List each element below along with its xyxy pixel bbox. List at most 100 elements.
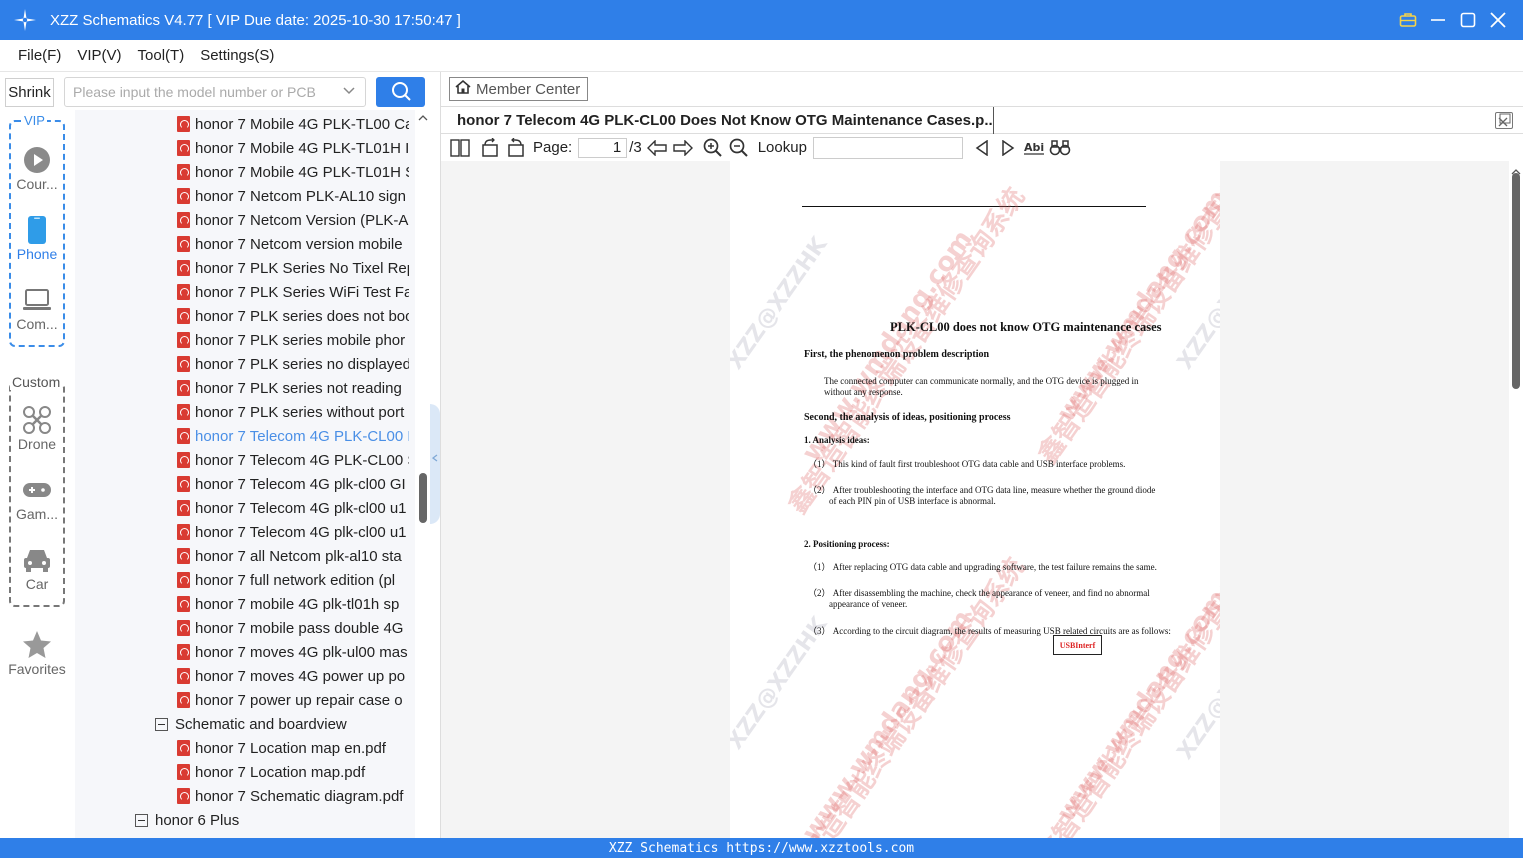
category-drone[interactable]: Drone	[0, 404, 74, 452]
tree-file-label: honor 7 Mobile 4G PLK-TL01H I	[195, 139, 409, 157]
tree-file-item[interactable]: honor 7 Telecom 4G PLK-CL00 D	[177, 424, 409, 448]
rotate-left-icon[interactable]	[479, 137, 501, 159]
find-next-icon[interactable]	[997, 137, 1019, 159]
tree-file-item[interactable]: honor 7 Telecom 4G plk-cl00 GI	[177, 472, 409, 496]
category-courses[interactable]: Cour...	[0, 144, 74, 192]
tree-folder-item[interactable]: Schematic and boardview	[155, 712, 347, 736]
tree-file-label: honor 7 Location map.pdf	[195, 763, 366, 781]
tree-file-item[interactable]: honor 7 Location map.pdf	[177, 760, 409, 784]
document-paragraph: （2） After troubleshooting the interface …	[808, 485, 1156, 495]
member-center-button[interactable]: Member Center	[449, 77, 588, 101]
category-computer[interactable]: Com...	[0, 284, 74, 332]
tree-file-item[interactable]: honor 7 mobile pass double 4G	[177, 616, 409, 640]
find-previous-icon[interactable]	[971, 137, 993, 159]
tree-file-item[interactable]: honor 7 all Netcom plk-al10 sta	[177, 544, 409, 568]
member-center-label: Member Center	[476, 80, 581, 98]
tree-file-item[interactable]: honor 7 moves 4G plk-ul00 mas	[177, 640, 409, 664]
pdf-file-icon	[177, 212, 190, 228]
viewer-scrollbar[interactable]	[1509, 161, 1523, 838]
tree-file-label: honor 7 moves 4G power up po	[195, 667, 406, 685]
category-car[interactable]: Car	[0, 544, 74, 592]
tree-file-item[interactable]: honor 7 Mobile 4G PLK-TL01H I	[177, 136, 409, 160]
model-search-input[interactable]: Please input the model number or PCB	[64, 77, 366, 107]
category-label: Car	[25, 576, 49, 592]
tree-scrollbar[interactable]	[416, 110, 430, 838]
pdf-file-icon	[177, 188, 190, 204]
document-paragraph: without any response.	[824, 387, 903, 397]
document-paragraph: （3） According to the circuit diagram, th…	[808, 626, 1171, 636]
tree-file-item[interactable]: honor 7 full network edition (pl	[177, 568, 409, 592]
watermark-url: www.wmdang.com	[1051, 184, 1220, 428]
close-button[interactable]	[1483, 5, 1513, 35]
close-document-icon[interactable]	[1495, 112, 1513, 129]
search-button[interactable]	[376, 77, 425, 107]
menu-settings[interactable]: Settings(S)	[200, 47, 274, 64]
tree-scroll-thumb[interactable]	[419, 473, 427, 523]
next-page-icon[interactable]	[672, 137, 694, 159]
category-label: Cour...	[16, 176, 58, 192]
zoom-out-icon[interactable]	[728, 137, 750, 159]
category-phone[interactable]: Phone	[0, 214, 74, 262]
rotate-right-icon[interactable]	[505, 137, 527, 159]
lookup-input[interactable]	[812, 136, 963, 159]
pdf-file-icon	[177, 548, 190, 564]
tree-file-item[interactable]: honor 7 Netcom version mobile	[177, 232, 409, 256]
menu-vip[interactable]: VIP(V)	[77, 47, 121, 64]
document-heading: First, the phenomenon problem descriptio…	[804, 349, 990, 360]
menu-tool[interactable]: Tool(T)	[138, 47, 185, 64]
tree-file-item[interactable]: honor 7 PLK Series No Tixel Rep	[177, 256, 409, 280]
lookup-label: Lookup	[757, 139, 807, 156]
pdf-file-icon	[177, 140, 190, 156]
category-sidebar: VIP Cour... Phone Com... Custom Drone Ga…	[0, 110, 74, 838]
tree-file-item[interactable]: honor 7 mobile 4G plk-tl01h sp	[177, 592, 409, 616]
tree-file-label: honor 7 PLK series no displayed	[195, 355, 409, 373]
pdf-file-icon	[177, 284, 190, 300]
tree-model-item[interactable]: honor 6 Plus	[135, 808, 239, 832]
vip-briefcase-icon[interactable]	[1393, 5, 1423, 35]
collapse-left-icon[interactable]	[431, 454, 438, 465]
collapse-icon[interactable]	[135, 813, 148, 827]
find-all-binoculars-icon[interactable]	[1049, 137, 1071, 159]
shrink-button[interactable]: Shrink	[5, 78, 54, 107]
tree-file-item[interactable]: honor 7 Netcom Version (PLK-A	[177, 208, 409, 232]
scroll-up-icon[interactable]	[418, 114, 428, 125]
watermark-url: www.wmdang.com	[796, 604, 979, 838]
menu-file[interactable]: File(F)	[18, 47, 61, 64]
panel-splitter-handle[interactable]	[430, 404, 440, 524]
tree-file-item[interactable]: honor 7 Telecom 4G plk-cl00 u1	[177, 520, 409, 544]
category-favorites[interactable]: Favorites	[0, 629, 74, 677]
tree-file-item[interactable]: honor 7 PLK Series WiFi Test Fai	[177, 280, 409, 304]
category-game[interactable]: Gam...	[0, 474, 74, 522]
viewer-scroll-thumb[interactable]	[1512, 173, 1520, 389]
pdf-file-icon	[177, 644, 190, 660]
tree-file-item[interactable]: honor 7 PLK series mobile phor	[177, 328, 409, 352]
tree-file-item[interactable]: honor 7 Mobile 4G PLK-TL01H S	[177, 160, 409, 184]
page-number-input[interactable]: 1	[578, 137, 628, 158]
tree-file-item[interactable]: honor 7 moves 4G power up po	[177, 664, 409, 688]
minimize-button[interactable]	[1423, 5, 1453, 35]
document-heading: 2. Positioning process:	[804, 539, 890, 549]
match-case-icon[interactable]: Abi	[1023, 137, 1045, 159]
chevron-down-icon[interactable]	[342, 84, 356, 101]
tree-file-item[interactable]: honor 7 Schematic diagram.pdf	[177, 784, 409, 808]
document-tab[interactable]: honor 7 Telecom 4G PLK-CL00 Does Not Kno…	[449, 107, 994, 134]
tree-file-item[interactable]: honor 7 PLK series not reading	[177, 376, 409, 400]
previous-page-icon[interactable]	[646, 137, 668, 159]
model-file-tree: honor 7 Mobile 4G PLK-TL00 Ca honor 7 Mob…	[75, 110, 415, 838]
maximize-button[interactable]	[1453, 5, 1483, 35]
two-page-view-icon[interactable]	[449, 137, 471, 159]
watermark-cn: 鑫智造智能终端设备维修查询系统	[1032, 532, 1220, 838]
collapse-icon[interactable]	[155, 717, 168, 731]
tree-file-item[interactable]: honor 7 PLK series does not boo	[177, 304, 409, 328]
tree-file-item[interactable]: honor 7 Location map en.pdf	[177, 736, 409, 760]
tree-file-item[interactable]: honor 7 Mobile 4G PLK-TL00 Ca	[177, 112, 409, 136]
tree-file-item[interactable]: honor 7 Telecom 4G PLK-CL00 S	[177, 448, 409, 472]
tree-file-item[interactable]: honor 7 Telecom 4G plk-cl00 u1	[177, 496, 409, 520]
tree-file-item[interactable]: honor 7 PLK series no displayed	[177, 352, 409, 376]
zoom-in-icon[interactable]	[702, 137, 724, 159]
tree-file-item[interactable]: honor 7 power up repair case o	[177, 688, 409, 712]
tree-file-item[interactable]: honor 7 Netcom PLK-AL10 sign	[177, 184, 409, 208]
pdf-viewport[interactable]: XZZ@XZZHK 鑫智造智能终端设备维修查询系统 www.wmdang.com…	[441, 161, 1509, 838]
tree-file-label: honor 7 Mobile 4G PLK-TL00 Ca	[195, 115, 409, 133]
tree-file-item[interactable]: honor 7 PLK series without port	[177, 400, 409, 424]
